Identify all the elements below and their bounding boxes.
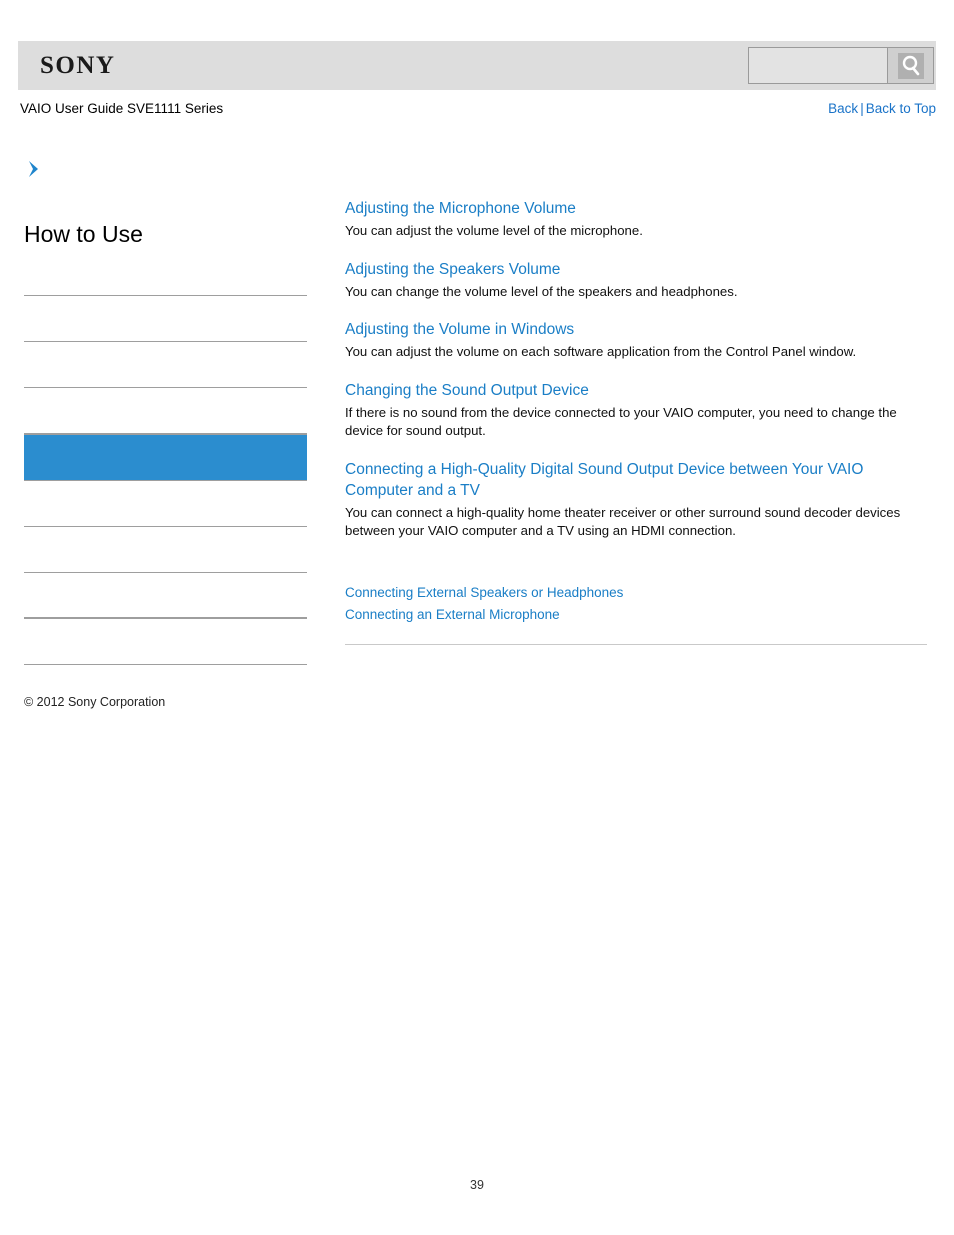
- back-to-top-link[interactable]: Back to Top: [866, 101, 936, 116]
- topic-entry: Adjusting the Volume in Windows You can …: [345, 319, 925, 362]
- main-content: Adjusting the Microphone Volume You can …: [345, 198, 925, 559]
- topic-description: You can adjust the volume level of the m…: [345, 223, 643, 238]
- sidebar-item-4[interactable]: [24, 388, 307, 434]
- search-button[interactable]: [887, 48, 933, 83]
- topic-description: You can adjust the volume on each softwa…: [345, 344, 857, 359]
- sub-header: VAIO User Guide SVE1111 Series Back | Back…: [18, 101, 936, 121]
- nav-separator: |: [860, 101, 864, 116]
- topic-description: If there is no sound from the device con…: [345, 404, 897, 439]
- topic-link[interactable]: Adjusting the Microphone Volume: [345, 198, 925, 219]
- related-links-list: Connecting External Speakers or Headphon…: [345, 582, 925, 626]
- topic-link[interactable]: Changing the Sound Output Device: [345, 380, 925, 401]
- topic-entry: Adjusting the Microphone Volume You can …: [345, 198, 925, 241]
- chevron-right-icon[interactable]: [24, 158, 46, 180]
- topic-entry: Adjusting the Speakers Volume You can ch…: [345, 259, 925, 302]
- guide-title: VAIO User Guide SVE1111 Series: [20, 101, 224, 116]
- topic-link[interactable]: Adjusting the Speakers Volume: [345, 259, 925, 280]
- back-link[interactable]: Back: [828, 101, 858, 116]
- sidebar-item-2[interactable]: [24, 296, 307, 342]
- sidebar-item-9[interactable]: [24, 619, 307, 665]
- topic-description: You can connect a high-quality home thea…: [345, 504, 901, 539]
- search-box[interactable]: [748, 47, 934, 84]
- topic-description: You can change the volume level of the s…: [345, 283, 738, 299]
- site-header: SONY: [18, 41, 936, 90]
- header-nav-links: Back | Back to Top: [828, 101, 936, 116]
- topic-entry: Connecting a High-Quality Digital Sound …: [345, 459, 925, 541]
- related-link[interactable]: Connecting an External Microphone: [345, 604, 925, 626]
- topic-link[interactable]: Adjusting the Volume in Windows: [345, 319, 925, 340]
- document-page: SONY VAIO User Guide SVE1111 Series Back…: [0, 0, 954, 1235]
- search-icon: [897, 52, 924, 79]
- related-link[interactable]: Connecting External Speakers or Headphon…: [345, 582, 925, 604]
- sidebar-item-3[interactable]: [24, 342, 307, 388]
- sidebar-nav-list: [24, 250, 307, 665]
- sidebar-item-7[interactable]: [24, 527, 307, 573]
- page-number: 39: [470, 1178, 484, 1192]
- search-input[interactable]: [749, 48, 887, 83]
- sidebar-item-1[interactable]: [24, 250, 307, 296]
- page-title: How to Use: [24, 221, 143, 247]
- sidebar-item-8[interactable]: [24, 573, 307, 619]
- sony-logo: SONY: [40, 52, 116, 79]
- topic-entry: Changing the Sound Output Device If ther…: [345, 380, 925, 441]
- copyright-text: © 2012 Sony Corporation: [24, 695, 166, 709]
- topic-link[interactable]: Connecting a High-Quality Digital Sound …: [345, 459, 925, 501]
- sidebar-item-6[interactable]: [24, 481, 307, 527]
- content-divider: [345, 644, 927, 645]
- sidebar-item-5-selected[interactable]: [24, 434, 307, 481]
